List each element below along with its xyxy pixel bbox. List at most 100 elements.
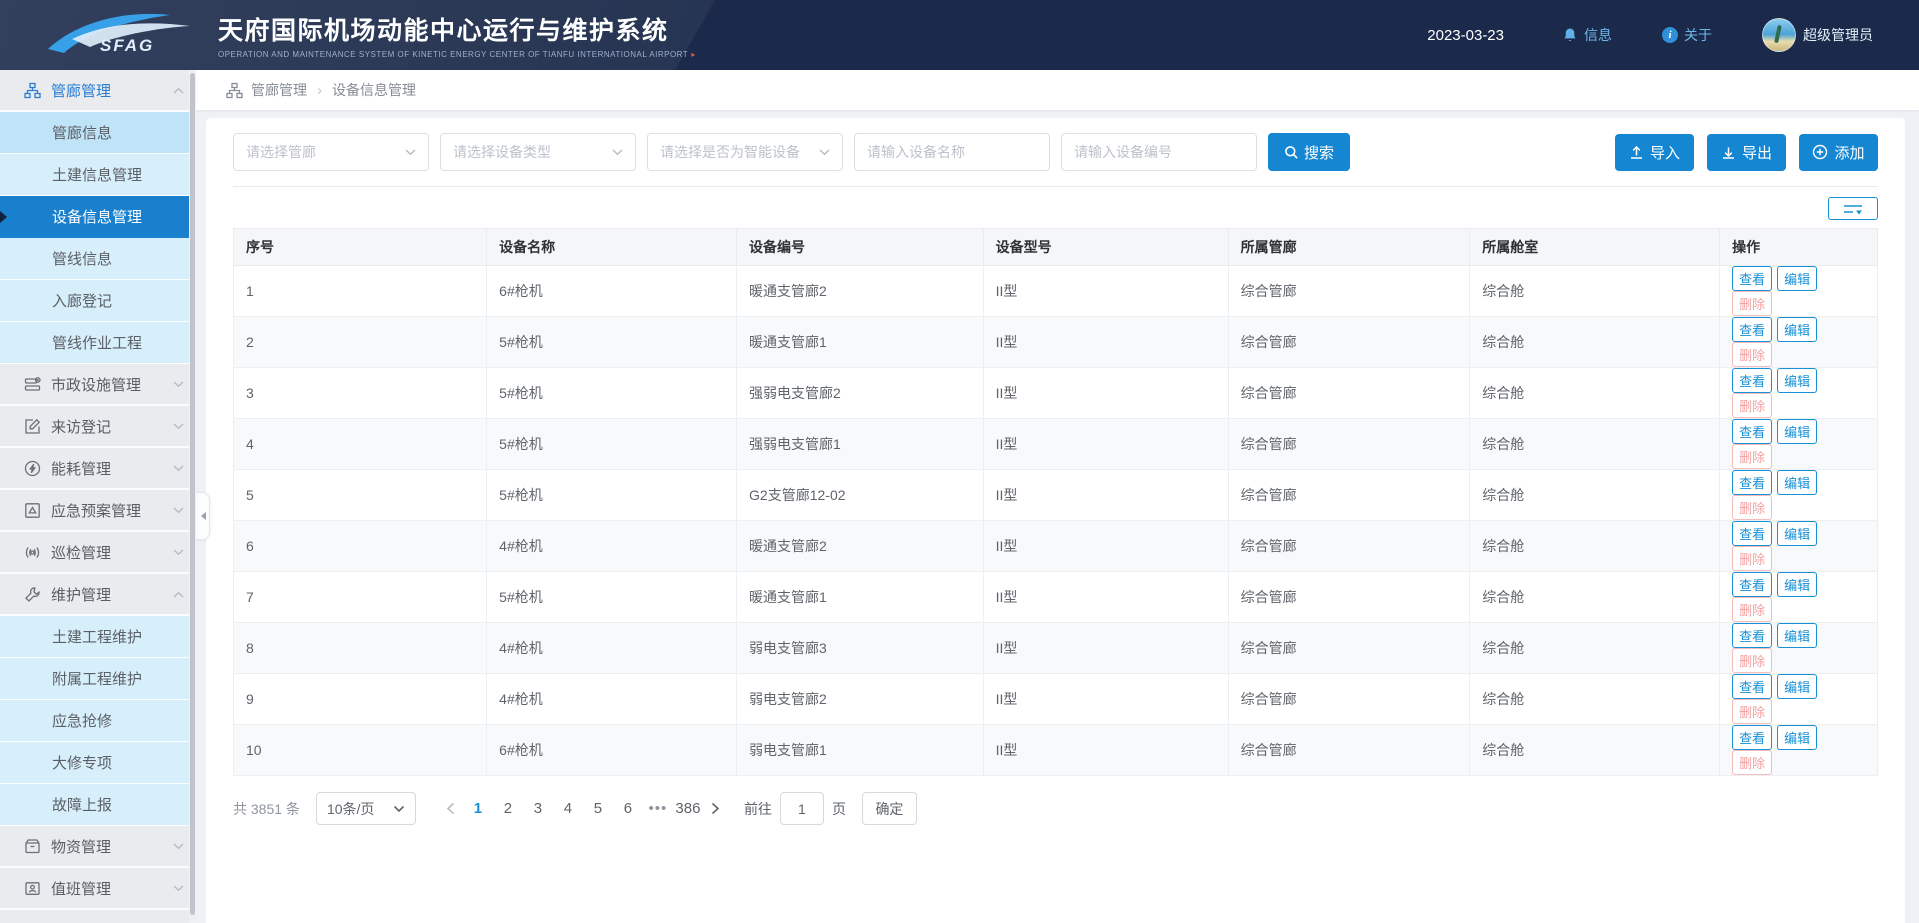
view-button[interactable]: 查看 — [1732, 419, 1772, 444]
sidebar-subitem[interactable]: 管线作业工程 — [0, 322, 196, 364]
cell-model: II型 — [983, 572, 1228, 623]
column-filter-button[interactable] — [1828, 197, 1878, 220]
edit-button[interactable]: 编辑 — [1777, 674, 1817, 699]
view-button[interactable]: 查看 — [1732, 266, 1772, 291]
sidebar-group[interactable]: 能耗管理 — [0, 448, 196, 490]
sidebar-subitem[interactable]: 管廊信息 — [0, 112, 196, 154]
edit-button[interactable]: 编辑 — [1777, 368, 1817, 393]
search-button[interactable]: 搜索 — [1268, 133, 1350, 171]
view-button[interactable]: 查看 — [1732, 674, 1772, 699]
sidebar-subitem[interactable]: 故障上报 — [0, 784, 196, 826]
sidebar-group-label: 管廊管理 — [51, 80, 111, 101]
add-button[interactable]: 添加 — [1799, 134, 1878, 171]
page-number[interactable]: 4 — [553, 800, 583, 817]
view-button[interactable]: 查看 — [1732, 368, 1772, 393]
delete-button[interactable]: 删除 — [1732, 750, 1772, 775]
delete-button[interactable]: 删除 — [1732, 495, 1772, 520]
delete-button[interactable]: 删除 — [1732, 546, 1772, 571]
sidebar-group-label: 能耗管理 — [51, 458, 111, 479]
sfag-logo: SFAG — [44, 9, 194, 61]
cell-name: 5#枪机 — [487, 317, 737, 368]
delete-button[interactable]: 删除 — [1732, 699, 1772, 724]
confirm-button[interactable]: 确定 — [862, 792, 917, 825]
edit-button[interactable]: 编辑 — [1777, 623, 1817, 648]
delete-button[interactable]: 删除 — [1732, 291, 1772, 316]
delete-button[interactable]: 删除 — [1732, 648, 1772, 673]
cell-cabin: 综合舱 — [1470, 623, 1720, 674]
sidebar-subitem[interactable]: 土建工程维护 — [0, 616, 196, 658]
edit-button[interactable]: 编辑 — [1777, 572, 1817, 597]
table-row: 84#枪机弱电支管廊3II型综合管廊综合舱查看编辑删除 — [234, 623, 1878, 674]
edit-button[interactable]: 编辑 — [1777, 470, 1817, 495]
content-card: 请选择管廊请选择设备类型请选择是否为智能设备 搜索 导入 — [206, 118, 1905, 923]
edit-button[interactable]: 编辑 — [1777, 521, 1817, 546]
sidebar-subitem[interactable]: 大修专项 — [0, 742, 196, 784]
about-button[interactable]: i 关于 — [1662, 25, 1712, 45]
cell-model: II型 — [983, 368, 1228, 419]
view-button[interactable]: 查看 — [1732, 317, 1772, 342]
page-number[interactable]: 3 — [523, 800, 553, 817]
filter-select[interactable]: 请选择设备类型 — [440, 133, 636, 171]
page-number[interactable]: 2 — [493, 800, 523, 817]
cell-corridor: 综合管廊 — [1228, 572, 1470, 623]
edit-button[interactable]: 编辑 — [1777, 266, 1817, 291]
sidebar-subitem[interactable]: 设备信息管理 — [0, 196, 196, 238]
page-number[interactable]: 6 — [613, 800, 643, 817]
cell-corridor: 综合管廊 — [1228, 674, 1470, 725]
sidebar-group[interactable]: 来访登记 — [0, 406, 196, 448]
sidebar-subitem[interactable]: 应急抢修 — [0, 700, 196, 742]
prev-page-button[interactable] — [438, 802, 463, 815]
sidebar-subitem[interactable]: 管线信息 — [0, 238, 196, 280]
next-page-button[interactable] — [703, 802, 728, 815]
page-number[interactable]: 5 — [583, 800, 613, 817]
header-right: 2023-03-23 信息 i 关于 超级管理员 — [1427, 0, 1873, 70]
chevron-down-icon — [612, 149, 623, 156]
sidebar-group[interactable]: 市政设施管理 — [0, 364, 196, 406]
delete-button[interactable]: 删除 — [1732, 393, 1772, 418]
filter-input[interactable] — [1061, 133, 1257, 171]
view-button[interactable]: 查看 — [1732, 521, 1772, 546]
page-size-select[interactable]: 10条/页 — [316, 792, 416, 825]
export-button[interactable]: 导出 — [1707, 134, 1786, 171]
filter-input[interactable] — [854, 133, 1050, 171]
sidebar-subitem[interactable]: 附属工程维护 — [0, 658, 196, 700]
sidebar-group[interactable]: 值班管理 — [0, 868, 196, 910]
delete-button[interactable]: 删除 — [1732, 444, 1772, 469]
filter-select[interactable]: 请选择管廊 — [233, 133, 429, 171]
scrollbar-thumb[interactable] — [190, 73, 195, 915]
sidebar-group[interactable]: 应急预案管理 — [0, 490, 196, 532]
column-header: 设备型号 — [983, 229, 1228, 266]
sidebar-collapse-handle[interactable] — [196, 492, 210, 540]
cell-code: 暖通支管廊2 — [737, 266, 984, 317]
filter-select[interactable]: 请选择是否为智能设备 — [647, 133, 843, 171]
delete-button[interactable]: 删除 — [1732, 597, 1772, 622]
edit-button[interactable]: 编辑 — [1777, 317, 1817, 342]
view-button[interactable]: 查看 — [1732, 470, 1772, 495]
goto-page-input[interactable] — [780, 792, 824, 825]
sidebar-subitem[interactable]: 入廊登记 — [0, 280, 196, 322]
sidebar-group[interactable]: 维护管理 — [0, 574, 196, 616]
delete-button[interactable]: 删除 — [1732, 342, 1772, 367]
sidebar-group[interactable]: 大中修及更新 — [0, 910, 196, 923]
chevron-down-icon — [173, 465, 184, 472]
sidebar-scrollbar[interactable] — [189, 70, 196, 923]
sidebar-subitem[interactable]: 土建信息管理 — [0, 154, 196, 196]
cell-corridor: 综合管廊 — [1228, 623, 1470, 674]
cell-actions: 查看编辑删除 — [1720, 521, 1878, 572]
page-number[interactable]: 386 — [673, 800, 703, 817]
edit-button[interactable]: 编辑 — [1777, 419, 1817, 444]
messages-button[interactable]: 信息 — [1562, 25, 1612, 45]
view-button[interactable]: 查看 — [1732, 725, 1772, 750]
view-button[interactable]: 查看 — [1732, 572, 1772, 597]
sidebar-group[interactable]: 巡检管理 — [0, 532, 196, 574]
user-menu[interactable]: 超级管理员 — [1762, 18, 1873, 52]
view-button[interactable]: 查看 — [1732, 623, 1772, 648]
sidebar-group[interactable]: 物资管理 — [0, 826, 196, 868]
cell-index: 3 — [234, 368, 487, 419]
import-button[interactable]: 导入 — [1615, 134, 1694, 171]
breadcrumb-section[interactable]: 管廊管理 — [251, 80, 307, 100]
page-number[interactable]: 1 — [463, 800, 493, 817]
cell-actions: 查看编辑删除 — [1720, 368, 1878, 419]
edit-button[interactable]: 编辑 — [1777, 725, 1817, 750]
sidebar-group[interactable]: 管廊管理 — [0, 70, 196, 112]
